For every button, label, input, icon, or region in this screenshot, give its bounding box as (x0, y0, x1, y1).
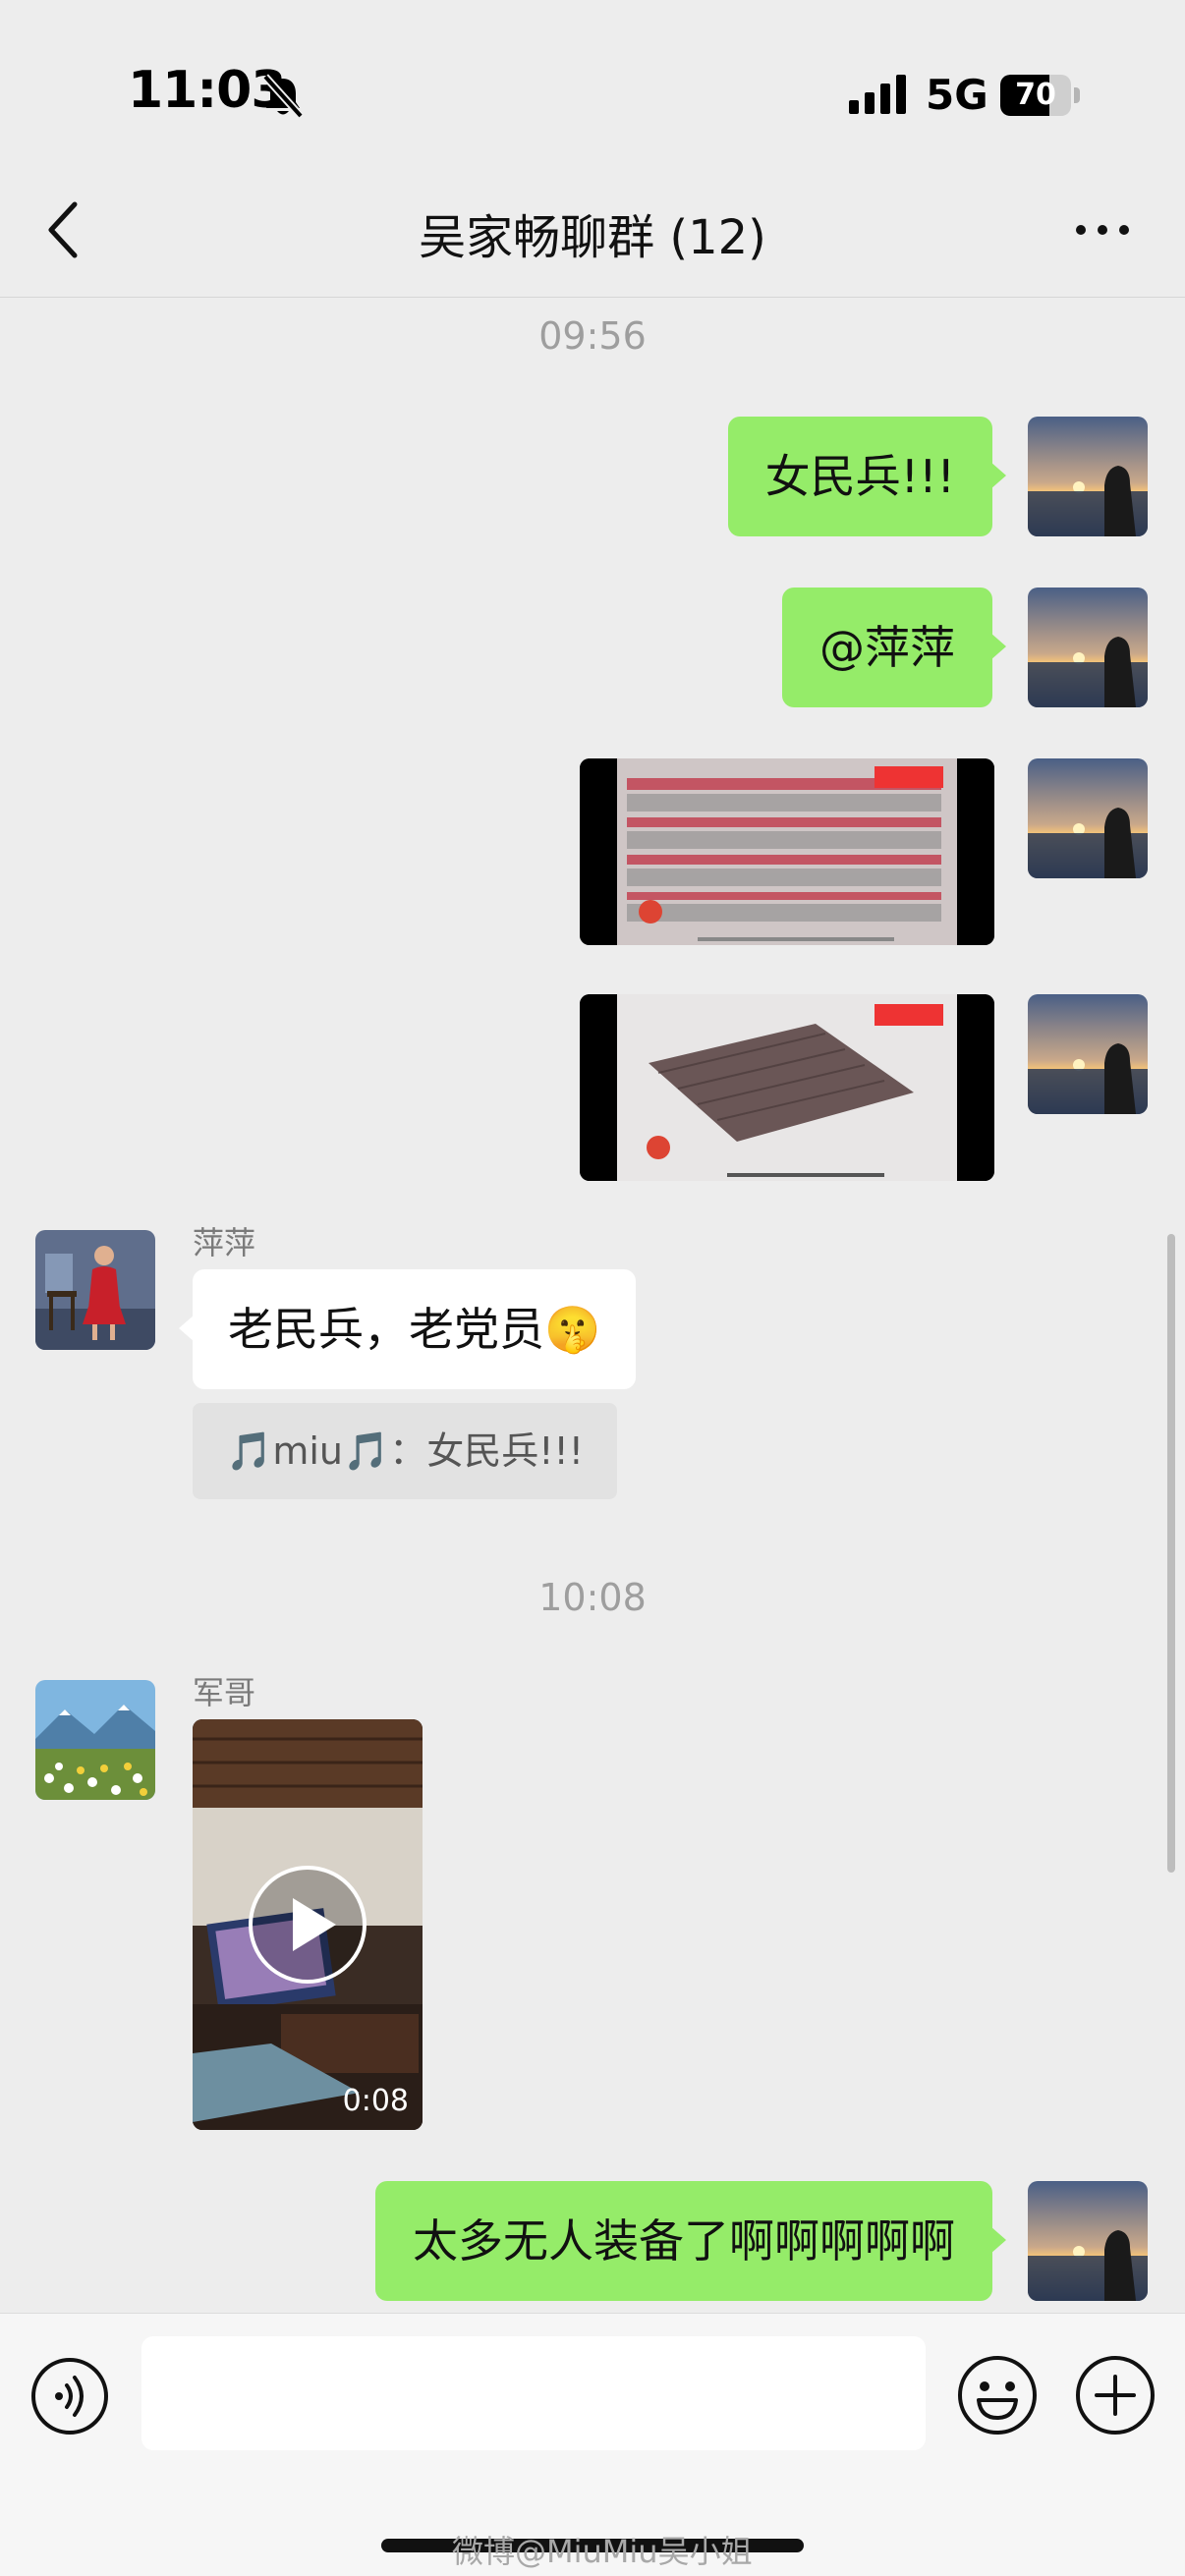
image-message[interactable] (580, 758, 994, 945)
sender-name: 军哥 (193, 1674, 256, 1711)
video-message[interactable]: 0:08 (193, 1719, 423, 2130)
avatar-pingping[interactable] (35, 1230, 155, 1350)
battery-icon: 70 (1000, 75, 1080, 116)
avatar-self[interactable] (1028, 2181, 1148, 2301)
timestamp: 09:56 (538, 314, 647, 358)
plus-circle-icon[interactable] (1073, 2353, 1157, 2437)
message-bubble-outgoing[interactable]: 太多无人装备了啊啊啊啊啊 (375, 2181, 1006, 2301)
timestamp: 10:08 (538, 1576, 647, 1619)
ellipsis-icon[interactable] (1073, 218, 1132, 242)
nav-divider (0, 297, 1185, 298)
chat-title: 吴家畅聊群 (12) (419, 210, 766, 265)
voice-icon[interactable] (29, 2356, 110, 2436)
quoted-message[interactable]: 🎵miu🎵：女民兵!!! (193, 1403, 617, 1499)
battery-level: 70 (1015, 78, 1056, 112)
avatar-self[interactable] (1028, 758, 1148, 878)
image-message[interactable] (580, 994, 994, 1181)
avatar-junge[interactable] (35, 1680, 155, 1800)
video-duration: 0:08 (342, 2084, 409, 2118)
bell-off-icon (257, 71, 309, 122)
avatar-self[interactable] (1028, 994, 1148, 1114)
scrollbar[interactable] (1167, 1234, 1175, 1873)
avatar-self[interactable] (1028, 588, 1148, 707)
message-input[interactable] (141, 2336, 926, 2450)
message-bubble-incoming[interactable]: 老民兵，老党员🤫 (178, 1269, 637, 1389)
sender-name: 萍萍 (193, 1224, 256, 1261)
emoji-icon[interactable] (955, 2353, 1040, 2437)
watermark: 微博@MiuMiu吴小姐 (452, 2533, 753, 2570)
message-bubble-outgoing[interactable]: 女民兵!!! (727, 417, 1007, 536)
network-type: 5G (926, 71, 988, 119)
avatar-self[interactable] (1028, 417, 1148, 536)
message-bubble-outgoing[interactable]: @萍萍 (782, 588, 1006, 707)
signal-icon (847, 75, 910, 114)
